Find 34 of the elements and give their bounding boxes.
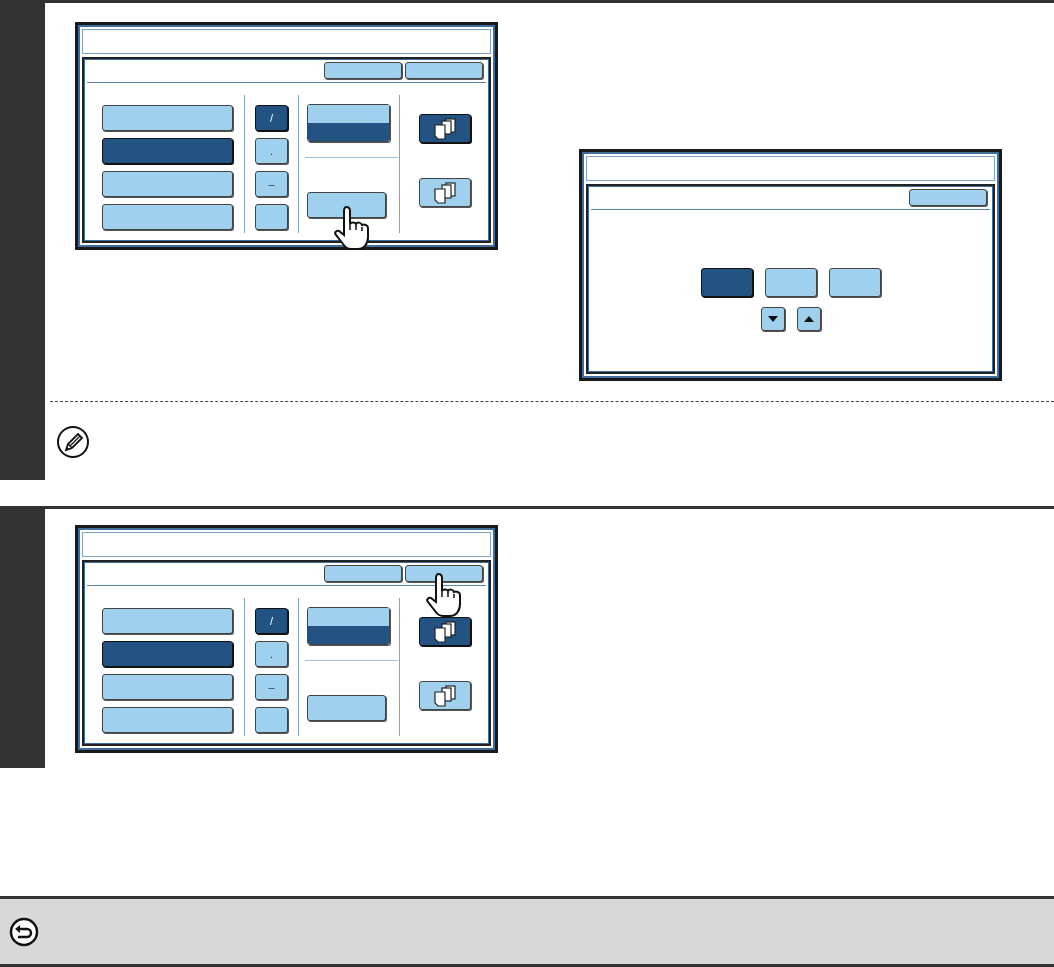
down-arrow-button[interactable]	[760, 307, 785, 331]
sort-button[interactable]	[418, 617, 471, 646]
sort-button[interactable]	[418, 178, 471, 207]
option-button[interactable]	[764, 268, 817, 297]
option-button[interactable]	[700, 268, 753, 297]
return-icon	[9, 916, 39, 947]
key-button[interactable]: /	[255, 608, 288, 634]
key-button[interactable]: .	[255, 138, 288, 164]
pages-icon	[432, 684, 457, 707]
option-button[interactable]	[102, 608, 233, 634]
pages-icon	[432, 181, 457, 204]
option-button[interactable]	[102, 105, 233, 131]
header-button[interactable]	[405, 62, 483, 79]
pages-icon	[432, 620, 457, 643]
key-button[interactable]	[255, 204, 288, 230]
option-button[interactable]	[102, 674, 233, 700]
header-button[interactable]	[324, 62, 402, 79]
option-button[interactable]	[102, 204, 233, 230]
key-button[interactable]: –	[255, 674, 288, 700]
up-arrow-button[interactable]	[796, 307, 821, 331]
option-button[interactable]	[102, 707, 233, 733]
header-button[interactable]	[909, 189, 987, 206]
sort-button[interactable]	[418, 114, 471, 143]
option-button[interactable]	[828, 268, 881, 297]
key-button[interactable]: –	[255, 171, 288, 197]
hand-pointer-icon	[426, 572, 464, 618]
header-button[interactable]	[324, 565, 402, 582]
sort-button[interactable]	[418, 681, 471, 710]
key-button[interactable]: /	[255, 105, 288, 131]
option-button[interactable]	[102, 171, 233, 197]
action-button[interactable]	[307, 695, 386, 721]
key-button[interactable]	[255, 707, 288, 733]
key-button[interactable]: .	[255, 641, 288, 667]
pages-icon	[432, 117, 457, 140]
